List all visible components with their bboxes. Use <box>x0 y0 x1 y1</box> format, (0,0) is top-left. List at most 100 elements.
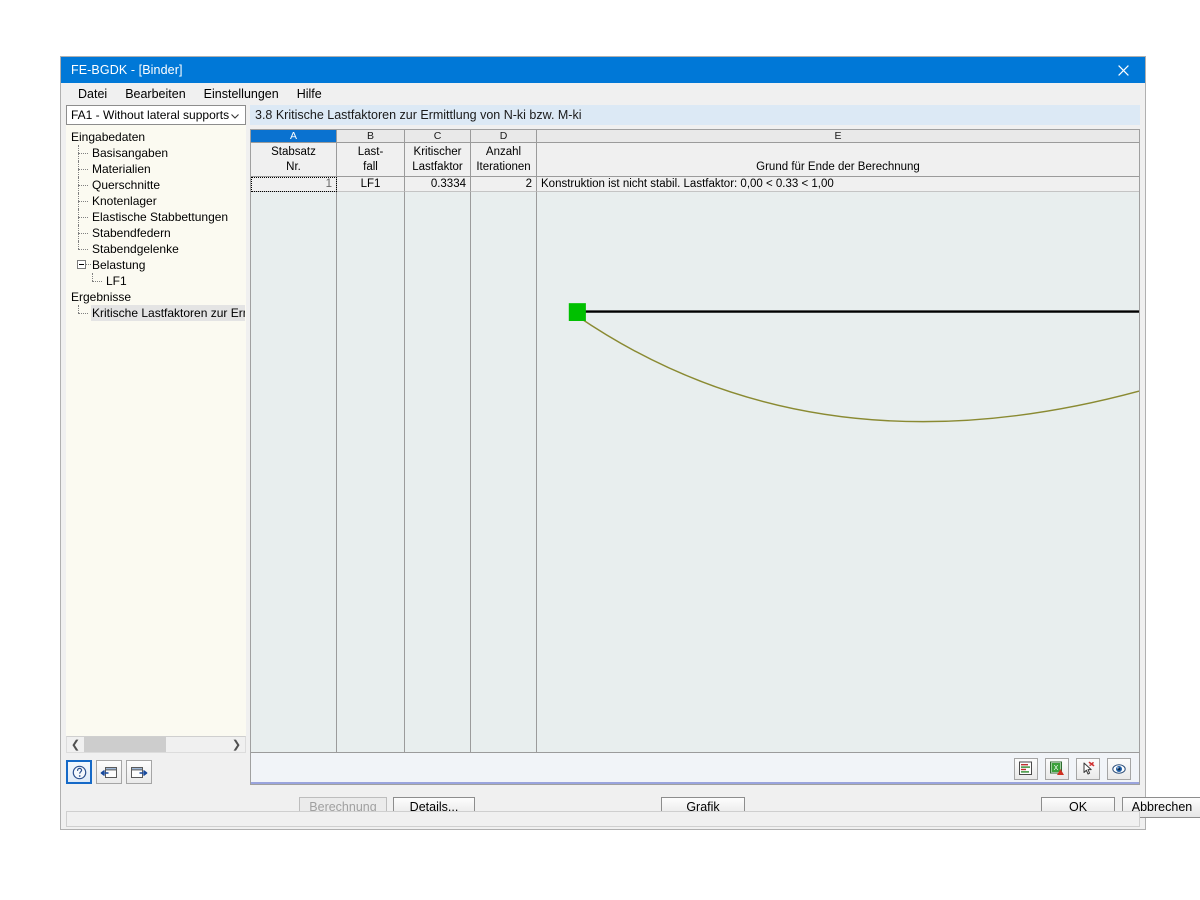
question-mark-icon <box>72 765 86 779</box>
subheader-line1: Last- <box>357 145 384 158</box>
menu-item-bearbeiten[interactable]: Bearbeiten <box>116 85 194 103</box>
tree-connector-icon <box>75 193 91 209</box>
graphic-viewport[interactable] <box>251 192 1139 752</box>
graphic-toolbar: X <box>251 752 1139 784</box>
cell-stabsatz-nr[interactable]: 1 <box>251 177 337 192</box>
tree-item-label: Elastische Stabbettungen <box>92 210 229 224</box>
menu-bar: Datei Bearbeiten Einstellungen Hilfe <box>61 83 1145 105</box>
export-excel-icon[interactable]: X <box>1045 757 1069 780</box>
subheader-lastfall: Last- fall <box>337 143 405 177</box>
status-bar <box>66 811 1140 827</box>
close-icon[interactable] <box>1101 57 1145 83</box>
tree-item-label: Stabendgelenke <box>92 242 179 256</box>
navigation-toolbar <box>66 753 246 785</box>
tree-horizontal-scrollbar[interactable]: ❮ ❯ <box>66 736 246 753</box>
navigation-tree: Eingabedaten Basisangaben Materialien Qu… <box>66 125 246 736</box>
tree-item-label: Basisangaben <box>92 146 169 160</box>
tree-item-label: Ergebnisse <box>71 290 132 304</box>
tree-connector-icon <box>75 241 91 257</box>
tree-connector-icon <box>75 145 91 161</box>
subheader-grund: Grund für Ende der Berechnung <box>537 143 1139 177</box>
eye-icon[interactable] <box>1107 757 1131 780</box>
scrollbar-track[interactable] <box>84 737 228 752</box>
scroll-right-icon[interactable]: ❯ <box>228 737 245 752</box>
tree-item-elastische-stabbettungen[interactable]: Elastische Stabbettungen <box>67 209 245 225</box>
scrollbar-thumb[interactable] <box>84 737 166 752</box>
tree-item-eingabedaten[interactable]: Eingabedaten <box>67 129 245 145</box>
tree-item-ergebnisse[interactable]: Ergebnisse <box>67 289 245 305</box>
tree-connector-icon <box>75 305 91 321</box>
tree-item-label: Belastung <box>92 258 146 272</box>
tree-item-label: Materialien <box>92 162 151 176</box>
tree-item-knotenlager[interactable]: Knotenlager <box>67 193 245 209</box>
tree-item-label: LF1 <box>106 274 127 288</box>
window-body: FA1 - Without lateral supports Eingabeda… <box>61 105 1145 785</box>
tree-connector-icon <box>75 209 91 225</box>
dialog-footer: Berechnung Details... Grafik OK Abbreche… <box>61 785 1200 829</box>
subheader-anzahl-iterationen: Anzahl Iterationen <box>471 143 537 177</box>
grid-column-header-row: A B C D E <box>251 130 1139 143</box>
navigation-panel: FA1 - Without lateral supports Eingabeda… <box>66 105 246 785</box>
subheader-kritischer-lastfaktor: Kritischer Lastfaktor <box>405 143 471 177</box>
collapse-minus-icon[interactable] <box>75 257 91 273</box>
application-window: FE-BGDK - [Binder] Datei Bearbeiten Eins… <box>60 56 1200 830</box>
results-grid: A B C D E Stabsatz Nr. Last- fall Kritis… <box>250 129 1140 785</box>
support-node-left <box>568 303 586 321</box>
tree-item-stabendfedern[interactable]: Stabendfedern <box>67 225 245 241</box>
pointer-pin-icon[interactable] <box>1076 757 1100 780</box>
subheader-line2: Nr. <box>286 160 301 173</box>
window-title: FE-BGDK - [Binder] <box>71 63 183 77</box>
tree-item-kritische-lastfaktoren[interactable]: Kritische Lastfaktoren zur Ermit <box>67 305 245 321</box>
column-header-b[interactable]: B <box>337 130 405 143</box>
table-row[interactable]: 1 LF1 0.3334 2 Konstruktion ist nicht st… <box>251 177 1139 192</box>
tree-item-label: Knotenlager <box>92 194 157 208</box>
print-report-icon[interactable] <box>1014 757 1038 780</box>
tree-connector-icon <box>75 161 91 177</box>
tree-item-basisangaben[interactable]: Basisangaben <box>67 145 245 161</box>
arrow-right-icon <box>131 766 148 778</box>
title-bar: FE-BGDK - [Binder] <box>61 57 1145 83</box>
cell-lastfall[interactable]: LF1 <box>337 177 405 192</box>
subheader-line2: Lastfaktor <box>412 160 463 173</box>
next-button[interactable] <box>126 760 152 784</box>
tree-item-materialien[interactable]: Materialien <box>67 161 245 177</box>
subheader-line1: Stabsatz <box>271 145 316 158</box>
mode-shape-curve <box>576 315 1139 423</box>
subheader-line1: Kritischer <box>413 145 462 158</box>
subheader-line1: Anzahl <box>485 145 522 158</box>
grid-subheader-row: Stabsatz Nr. Last- fall Kritischer Lastf… <box>251 143 1139 177</box>
model-selector-dropdown[interactable]: FA1 - Without lateral supports <box>66 105 246 125</box>
column-header-c[interactable]: C <box>405 130 471 143</box>
subheader-line2: fall <box>363 160 378 173</box>
model-selector-value: FA1 - Without lateral supports <box>71 108 230 122</box>
tree-item-label: Kritische Lastfaktoren zur Ermit <box>91 305 245 321</box>
help-info-button[interactable] <box>66 760 92 784</box>
tree-connector-icon <box>75 177 91 193</box>
arrow-left-icon <box>100 766 117 778</box>
menu-item-hilfe[interactable]: Hilfe <box>288 85 331 103</box>
menu-item-datei[interactable]: Datei <box>69 85 116 103</box>
cell-grund-ende-berechnung[interactable]: Konstruktion ist nicht stabil. Lastfakto… <box>537 177 1139 192</box>
content-panel: 3.8 Kritische Lastfaktoren zur Ermittlun… <box>250 105 1140 785</box>
menu-item-einstellungen[interactable]: Einstellungen <box>195 85 288 103</box>
tree-connector-icon <box>75 225 91 241</box>
section-title: 3.8 Kritische Lastfaktoren zur Ermittlun… <box>250 105 1140 125</box>
tree-item-label: Stabendfedern <box>92 226 171 240</box>
subheader-stabsatz: Stabsatz Nr. <box>251 143 337 177</box>
column-header-a[interactable]: A <box>251 130 337 143</box>
cell-anzahl-iterationen[interactable]: 2 <box>471 177 537 192</box>
column-header-e[interactable]: E <box>537 130 1139 143</box>
column-header-d[interactable]: D <box>471 130 537 143</box>
tree-connector-icon <box>89 273 105 289</box>
chevron-down-icon <box>230 110 240 120</box>
tree-item-stabendgelenke[interactable]: Stabendgelenke <box>67 241 245 257</box>
tree-item-label: Eingabedaten <box>71 130 146 144</box>
tree-item-belastung[interactable]: Belastung <box>67 257 245 273</box>
previous-button[interactable] <box>96 760 122 784</box>
cell-kritischer-lastfaktor[interactable]: 0.3334 <box>405 177 471 192</box>
tree-item-lf1[interactable]: LF1 <box>67 273 245 289</box>
scroll-left-icon[interactable]: ❮ <box>67 737 84 752</box>
subheader-line2: Iterationen <box>476 160 531 173</box>
subheader-line2: Grund für Ende der Berechnung <box>756 161 920 173</box>
tree-item-querschnitte[interactable]: Querschnitte <box>67 177 245 193</box>
